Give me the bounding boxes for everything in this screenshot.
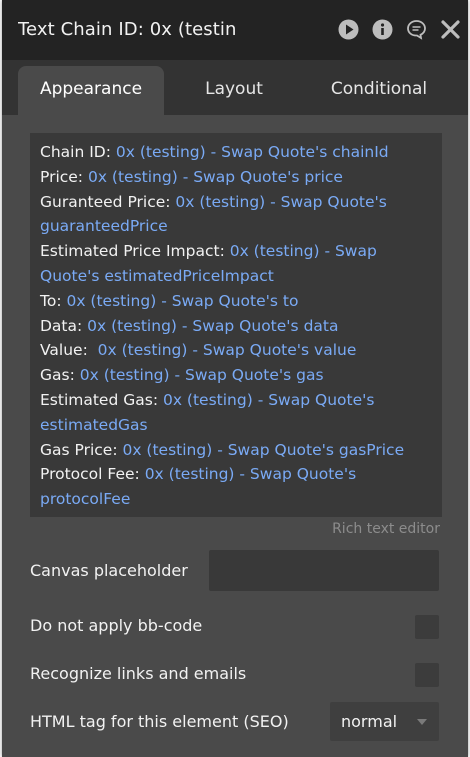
comment-icon[interactable] (406, 19, 427, 40)
info-icon[interactable] (372, 19, 393, 40)
rte-line-value: Value: 0x (testing) - Swap Quote's value (40, 338, 440, 363)
close-icon[interactable] (440, 19, 461, 40)
rte-line-price-impact: Estimated Price Impact: 0x (testing) - S… (40, 239, 440, 289)
panel-titlebar[interactable]: Text Chain ID: 0x (testin (2, 0, 468, 60)
dynamic-expression[interactable]: 0x (testing) - Swap Quote's data (82, 317, 338, 335)
html-tag-selected-value: normal (341, 712, 398, 731)
rte-line-protocol-fee: Protocol Fee: 0x (testing) - Swap Quote'… (40, 462, 440, 512)
dynamic-expression[interactable]: 0x (testing) - Swap Quote's gas (75, 366, 324, 384)
rte-label: Gas Price: (40, 440, 118, 459)
rte-label: Gas: (40, 366, 75, 385)
rte-label: To: (40, 291, 62, 310)
recognize-links-label: Recognize links and emails (30, 664, 247, 683)
chevron-down-icon (417, 719, 427, 725)
recognize-links-checkbox[interactable] (415, 663, 439, 687)
canvas-placeholder-input[interactable] (209, 550, 439, 591)
rich-text-content[interactable]: Chain ID: 0x (testing) - Swap Quote's ch… (40, 140, 440, 512)
rte-label: Protocol Fee: (40, 465, 140, 484)
dynamic-expression[interactable]: 0x (testing) - Swap Quote's price (83, 168, 343, 186)
rte-label: Estimated Gas: (40, 390, 159, 409)
panel-title: Text Chain ID: 0x (testin (18, 19, 237, 40)
rte-line-chain-id: Chain ID: 0x (testing) - Swap Quote's ch… (40, 140, 440, 165)
property-editor-panel: Text Chain ID: 0x (testin Appearance Lay… (2, 0, 468, 757)
rte-label: Chain ID: (40, 143, 111, 161)
tab-conditional[interactable]: Conditional (314, 66, 444, 115)
dynamic-expression[interactable]: 0x (testing) - Swap Quote's chainId (111, 143, 389, 161)
rte-label: Data: (40, 316, 83, 335)
rte-label: Guranteed Price: (40, 192, 171, 211)
rte-line-data: Data: 0x (testing) - Swap Quote's data (40, 314, 440, 339)
no-bbcode-checkbox[interactable] (415, 615, 439, 639)
dynamic-expression[interactable]: 0x (testing) - Swap Quote's gasPrice (118, 441, 404, 459)
rte-line-gas-price: Gas Price: 0x (testing) - Swap Quote's g… (40, 438, 440, 463)
rich-text-editor-caption: Rich text editor (332, 521, 440, 537)
rte-line-to: To: 0x (testing) - Swap Quote's to (40, 289, 440, 314)
rte-line-estimated-gas: Estimated Gas: 0x (testing) - Swap Quote… (40, 388, 440, 438)
tab-layout[interactable]: Layout (174, 66, 294, 115)
rte-line-price: Price: 0x (testing) - Swap Quote's price (40, 165, 440, 190)
html-tag-select[interactable]: normal (330, 702, 439, 741)
html-tag-label: HTML tag for this element (SEO) (30, 712, 289, 731)
tab-appearance[interactable]: Appearance (18, 66, 164, 115)
rte-line-gas: Gas: 0x (testing) - Swap Quote's gas (40, 363, 440, 388)
canvas-placeholder-label: Canvas placeholder (30, 561, 188, 580)
dynamic-expression[interactable]: 0x (testing) - Swap Quote's to (62, 292, 298, 310)
play-icon[interactable] (338, 19, 359, 40)
rte-label: Value: (40, 341, 88, 360)
dynamic-expression[interactable]: 0x (testing) - Swap Quote's value (88, 341, 357, 359)
rte-label: Price: (40, 167, 84, 186)
no-bbcode-label: Do not apply bb-code (30, 616, 203, 635)
rte-label: Estimated Price Impact: (40, 242, 225, 261)
rte-line-guaranteed-price: Guranteed Price: 0x (testing) - Swap Quo… (40, 190, 440, 240)
